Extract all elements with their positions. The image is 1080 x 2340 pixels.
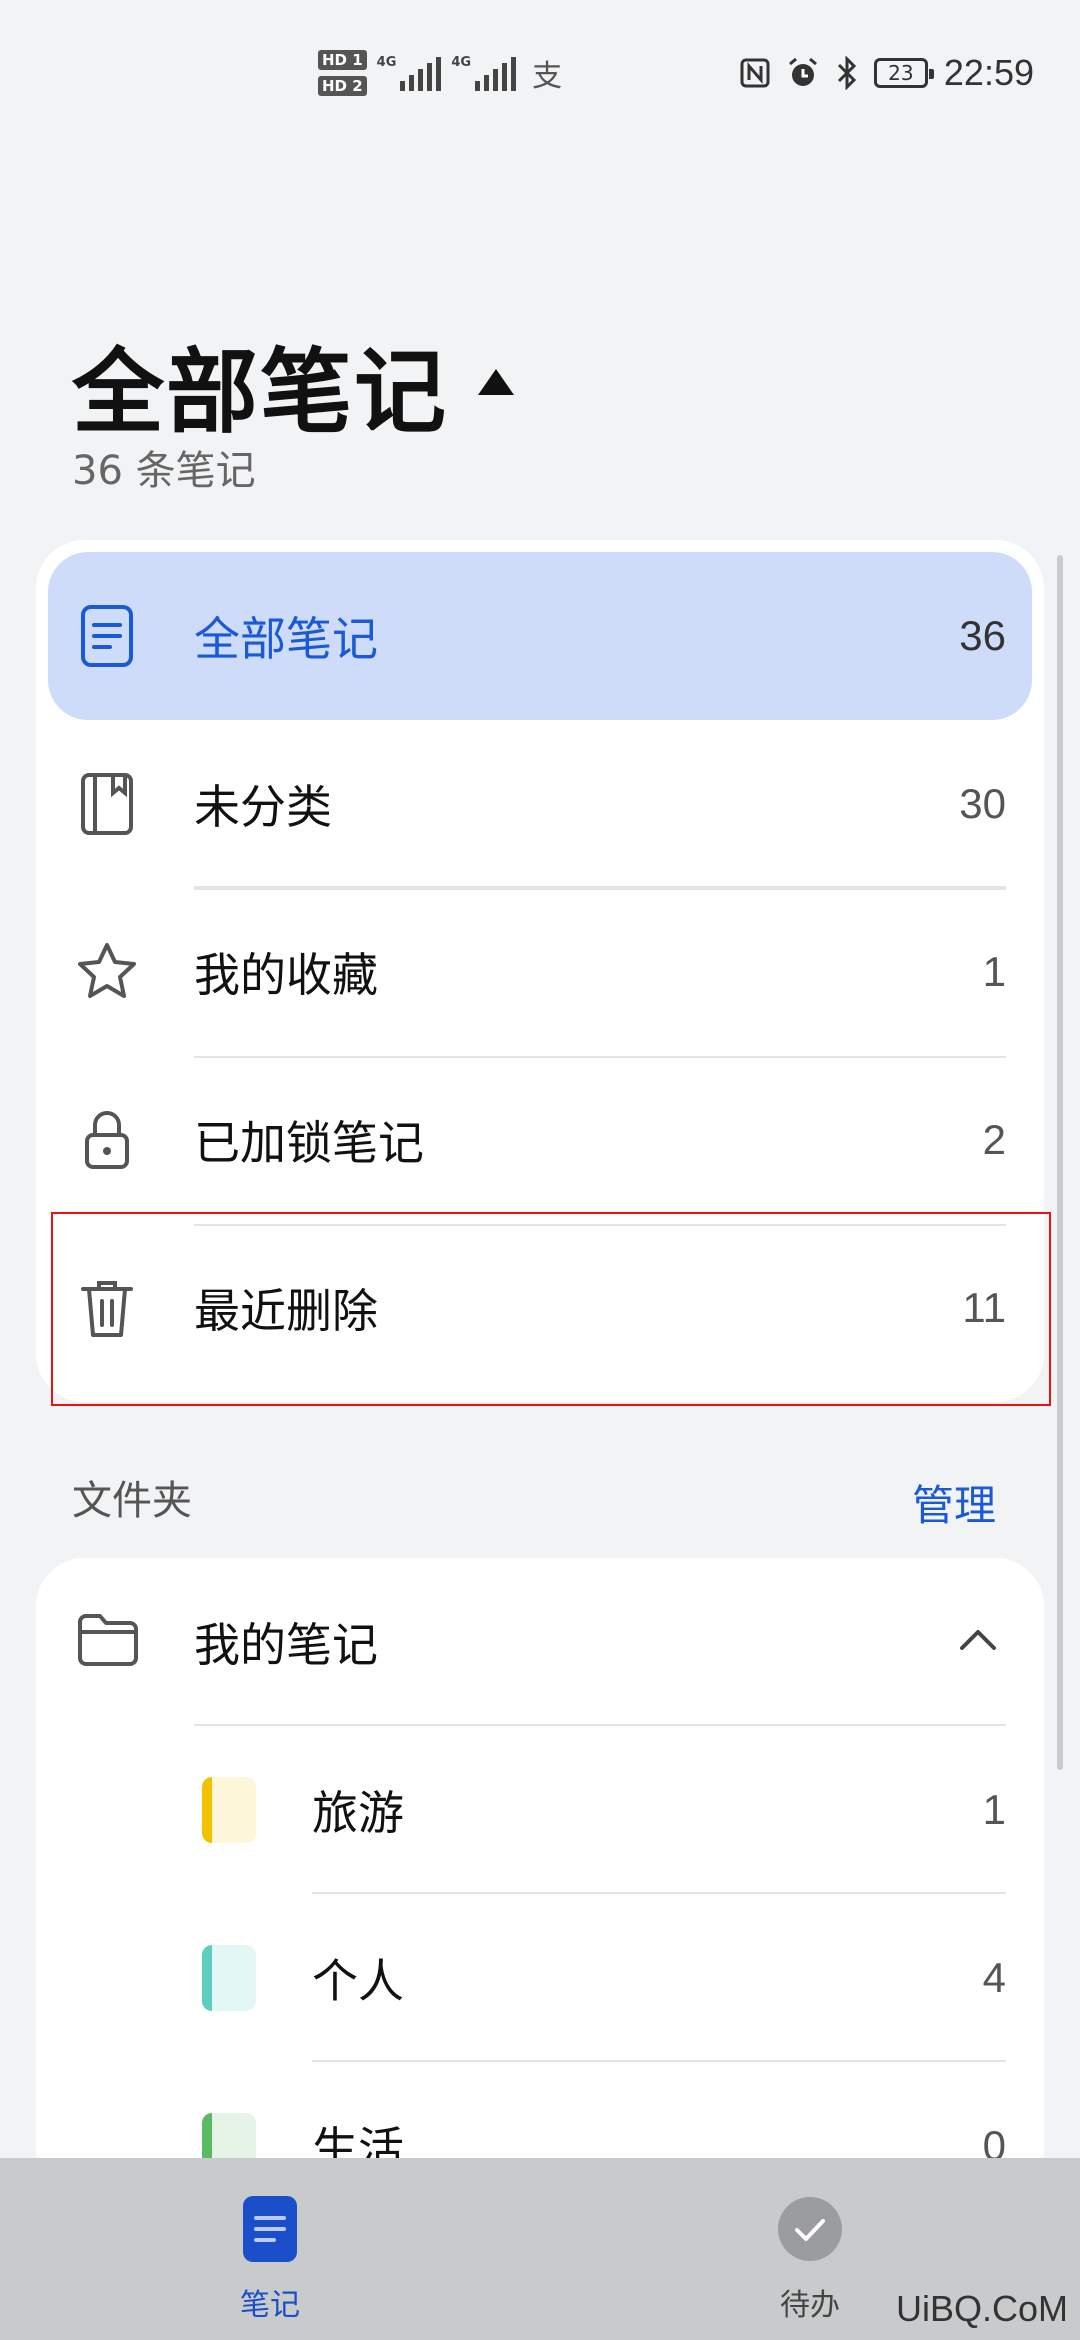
folder-label: 个人 [312, 1954, 404, 2008]
bluetooth-icon [837, 56, 857, 90]
category-count: 2 [982, 1116, 1006, 1163]
folder-group-label: 我的笔记 [194, 1618, 378, 1672]
highlight-box [51, 1212, 1051, 1406]
folder-count: 4 [982, 1954, 1006, 2001]
nav-tab-notes[interactable]: 笔记 [190, 2196, 350, 2324]
category-label: 已加锁笔记 [194, 1116, 424, 1170]
bottom-nav: 笔记 待办 UiBQ.CoM [0, 2158, 1080, 2340]
notes-tab-icon [243, 2196, 297, 2262]
folder-label: 旅游 [312, 1786, 404, 1840]
folder-item-life[interactable]: 生活 0 [36, 2062, 1044, 2158]
category-favorites[interactable]: 我的收藏 1 [36, 888, 1044, 1056]
category-label: 未分类 [194, 780, 332, 834]
note-list-icon [74, 603, 140, 669]
page-title: 全部笔记 [72, 339, 449, 446]
nav-label: 笔记 [240, 2288, 300, 2323]
folder-label: 生活 [312, 2122, 404, 2158]
folder-icon [74, 1610, 142, 1674]
folder-card: 我的笔记 旅游 1 个人 4 生活 0 [36, 1558, 1044, 2158]
watermark: UiBQ.CoM [895, 2288, 1068, 2329]
status-bar: HD 1 HD 2 4G 4G 支 23 22:59 [0, 0, 1080, 150]
folder-count: 0 [982, 2122, 1006, 2158]
note-count-subtitle: 36 条笔记 [72, 448, 256, 494]
category-label: 我的收藏 [194, 948, 378, 1002]
category-label: 全部笔记 [194, 612, 378, 666]
category-uncategorized[interactable]: 未分类 30 [36, 720, 1044, 888]
net1-label: 4G [376, 55, 397, 70]
folders-section-title: 文件夹 [72, 1478, 192, 1524]
manage-folders-button[interactable]: 管理 [912, 1472, 996, 1533]
sim2-badge: HD 2 [318, 76, 367, 96]
category-count: 1 [982, 948, 1006, 995]
hd-indicator: HD 1 HD 2 [318, 50, 367, 96]
nav-label: 待办 [780, 2288, 840, 2323]
chevron-up-icon[interactable] [958, 1628, 998, 1656]
nfc-icon [740, 58, 770, 88]
divider [194, 1056, 1006, 1058]
notebook-icon [74, 771, 140, 837]
category-locked[interactable]: 已加锁笔记 2 [36, 1056, 1044, 1224]
alipay-icon: 支 [532, 59, 563, 94]
category-all-notes[interactable]: 全部笔记 36 [48, 552, 1032, 720]
todo-check-icon [778, 2197, 842, 2261]
net2-label: 4G [451, 55, 472, 70]
folder-group-my-notes[interactable]: 我的笔记 [36, 1558, 1044, 1726]
folder-color-swatch [202, 2113, 256, 2158]
lock-icon [74, 1107, 140, 1173]
battery-icon: 23 [873, 58, 934, 88]
status-left: HD 1 HD 2 4G 4G 支 [318, 50, 562, 96]
status-right: 23 22:59 [740, 52, 1034, 94]
category-count: 30 [959, 780, 1006, 827]
folder-count: 1 [982, 1786, 1006, 1833]
folder-item-travel[interactable]: 旅游 1 [36, 1726, 1044, 1894]
divider [194, 888, 1006, 890]
folder-item-personal[interactable]: 个人 4 [36, 1894, 1044, 2062]
alarm-icon [788, 57, 817, 86]
signal-1-icon: 4G [377, 55, 442, 91]
folder-color-swatch [202, 1945, 256, 2011]
page-title-toggle[interactable]: 全部笔记 [72, 318, 515, 451]
sim1-badge: HD 1 [318, 50, 367, 70]
nav-tab-todo[interactable]: 待办 [730, 2196, 890, 2324]
scrollbar[interactable] [1057, 555, 1063, 1770]
category-count: 36 [959, 612, 1006, 659]
folder-color-swatch [202, 1777, 256, 1843]
signal-2-icon: 4G [451, 55, 517, 91]
star-icon [74, 939, 140, 1005]
clock: 22:59 [943, 52, 1034, 93]
caret-up-icon [478, 368, 515, 395]
